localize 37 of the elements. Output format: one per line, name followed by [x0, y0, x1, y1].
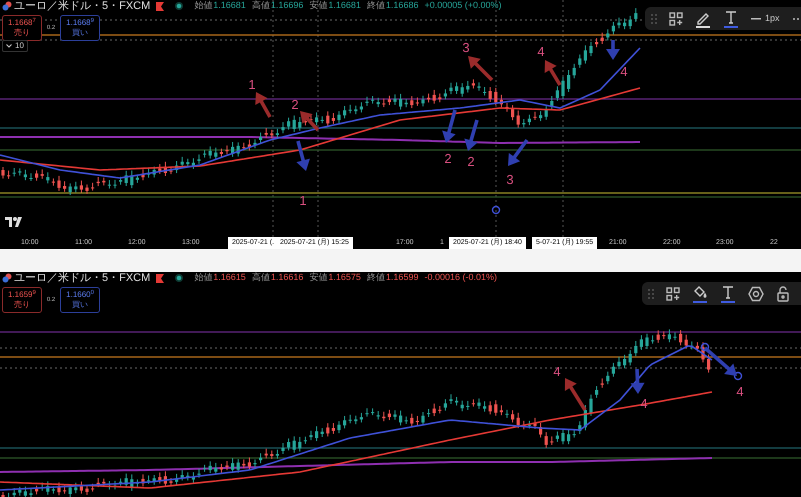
ohlc-label: 始値 — [194, 0, 212, 12]
annotation-label: 4 — [537, 44, 545, 59]
ohlc-label: 高値 — [252, 272, 270, 284]
annotation-label: 3 — [506, 172, 514, 187]
symbol-title: ユーロ／米ドル・5・FXCM — [14, 0, 150, 14]
ohlc-label: 終値 — [366, 272, 385, 284]
line-width-button[interactable]: 1px — [751, 12, 780, 26]
annotation-label: 3 — [462, 40, 470, 55]
annotation-label: 1 — [248, 77, 256, 92]
ohlc-value: 1.16616 — [270, 272, 304, 284]
buy-button[interactable]: 1.1668$^{9}$ 買い — [60, 15, 100, 41]
ohlc-label: 始値 — [194, 272, 212, 284]
ohlc-value: 1.16681 — [213, 0, 246, 12]
annotation-label: 2 — [291, 97, 299, 112]
buy-button[interactable]: 1.1660$^{0}$ 買い — [60, 287, 100, 313]
ohlc-label: 安値 — [309, 272, 328, 284]
price-change: +0.00005 (+0.00%) — [424, 0, 502, 12]
ohlc-value: 1.16615 — [213, 272, 246, 284]
ohlc-value: 1.16599 — [386, 272, 418, 284]
sell-button[interactable]: 1.1659$^{9}$ 売り — [2, 287, 42, 313]
sell-button[interactable]: 1.1668$^{7}$ 売り — [2, 15, 42, 41]
ohlc-value: 1.16575 — [328, 272, 361, 284]
ohlc-label: 高値 — [252, 0, 270, 12]
price-change: -0.00016 (-0.01%) — [424, 272, 498, 284]
annotation-label: 2 — [444, 151, 452, 166]
ohlc-label: 終値 — [366, 0, 385, 12]
ohlc-value: 1.16696 — [270, 0, 304, 12]
indicators-toggle[interactable]: 10 — [2, 40, 28, 52]
annotation-label: 4 — [620, 64, 628, 79]
ohlc-label: 安値 — [309, 0, 328, 12]
ohlc-value: 1.16681 — [328, 0, 361, 12]
annotation-label: 4 — [553, 364, 561, 379]
annotation-label: 1 — [299, 193, 307, 208]
ohlc-value: 1.16686 — [386, 0, 418, 12]
annotation-label: 2 — [467, 154, 475, 169]
symbol-title: ユーロ／米ドル・5・FXCM — [14, 272, 150, 286]
annotation-label: 4 — [736, 384, 744, 399]
